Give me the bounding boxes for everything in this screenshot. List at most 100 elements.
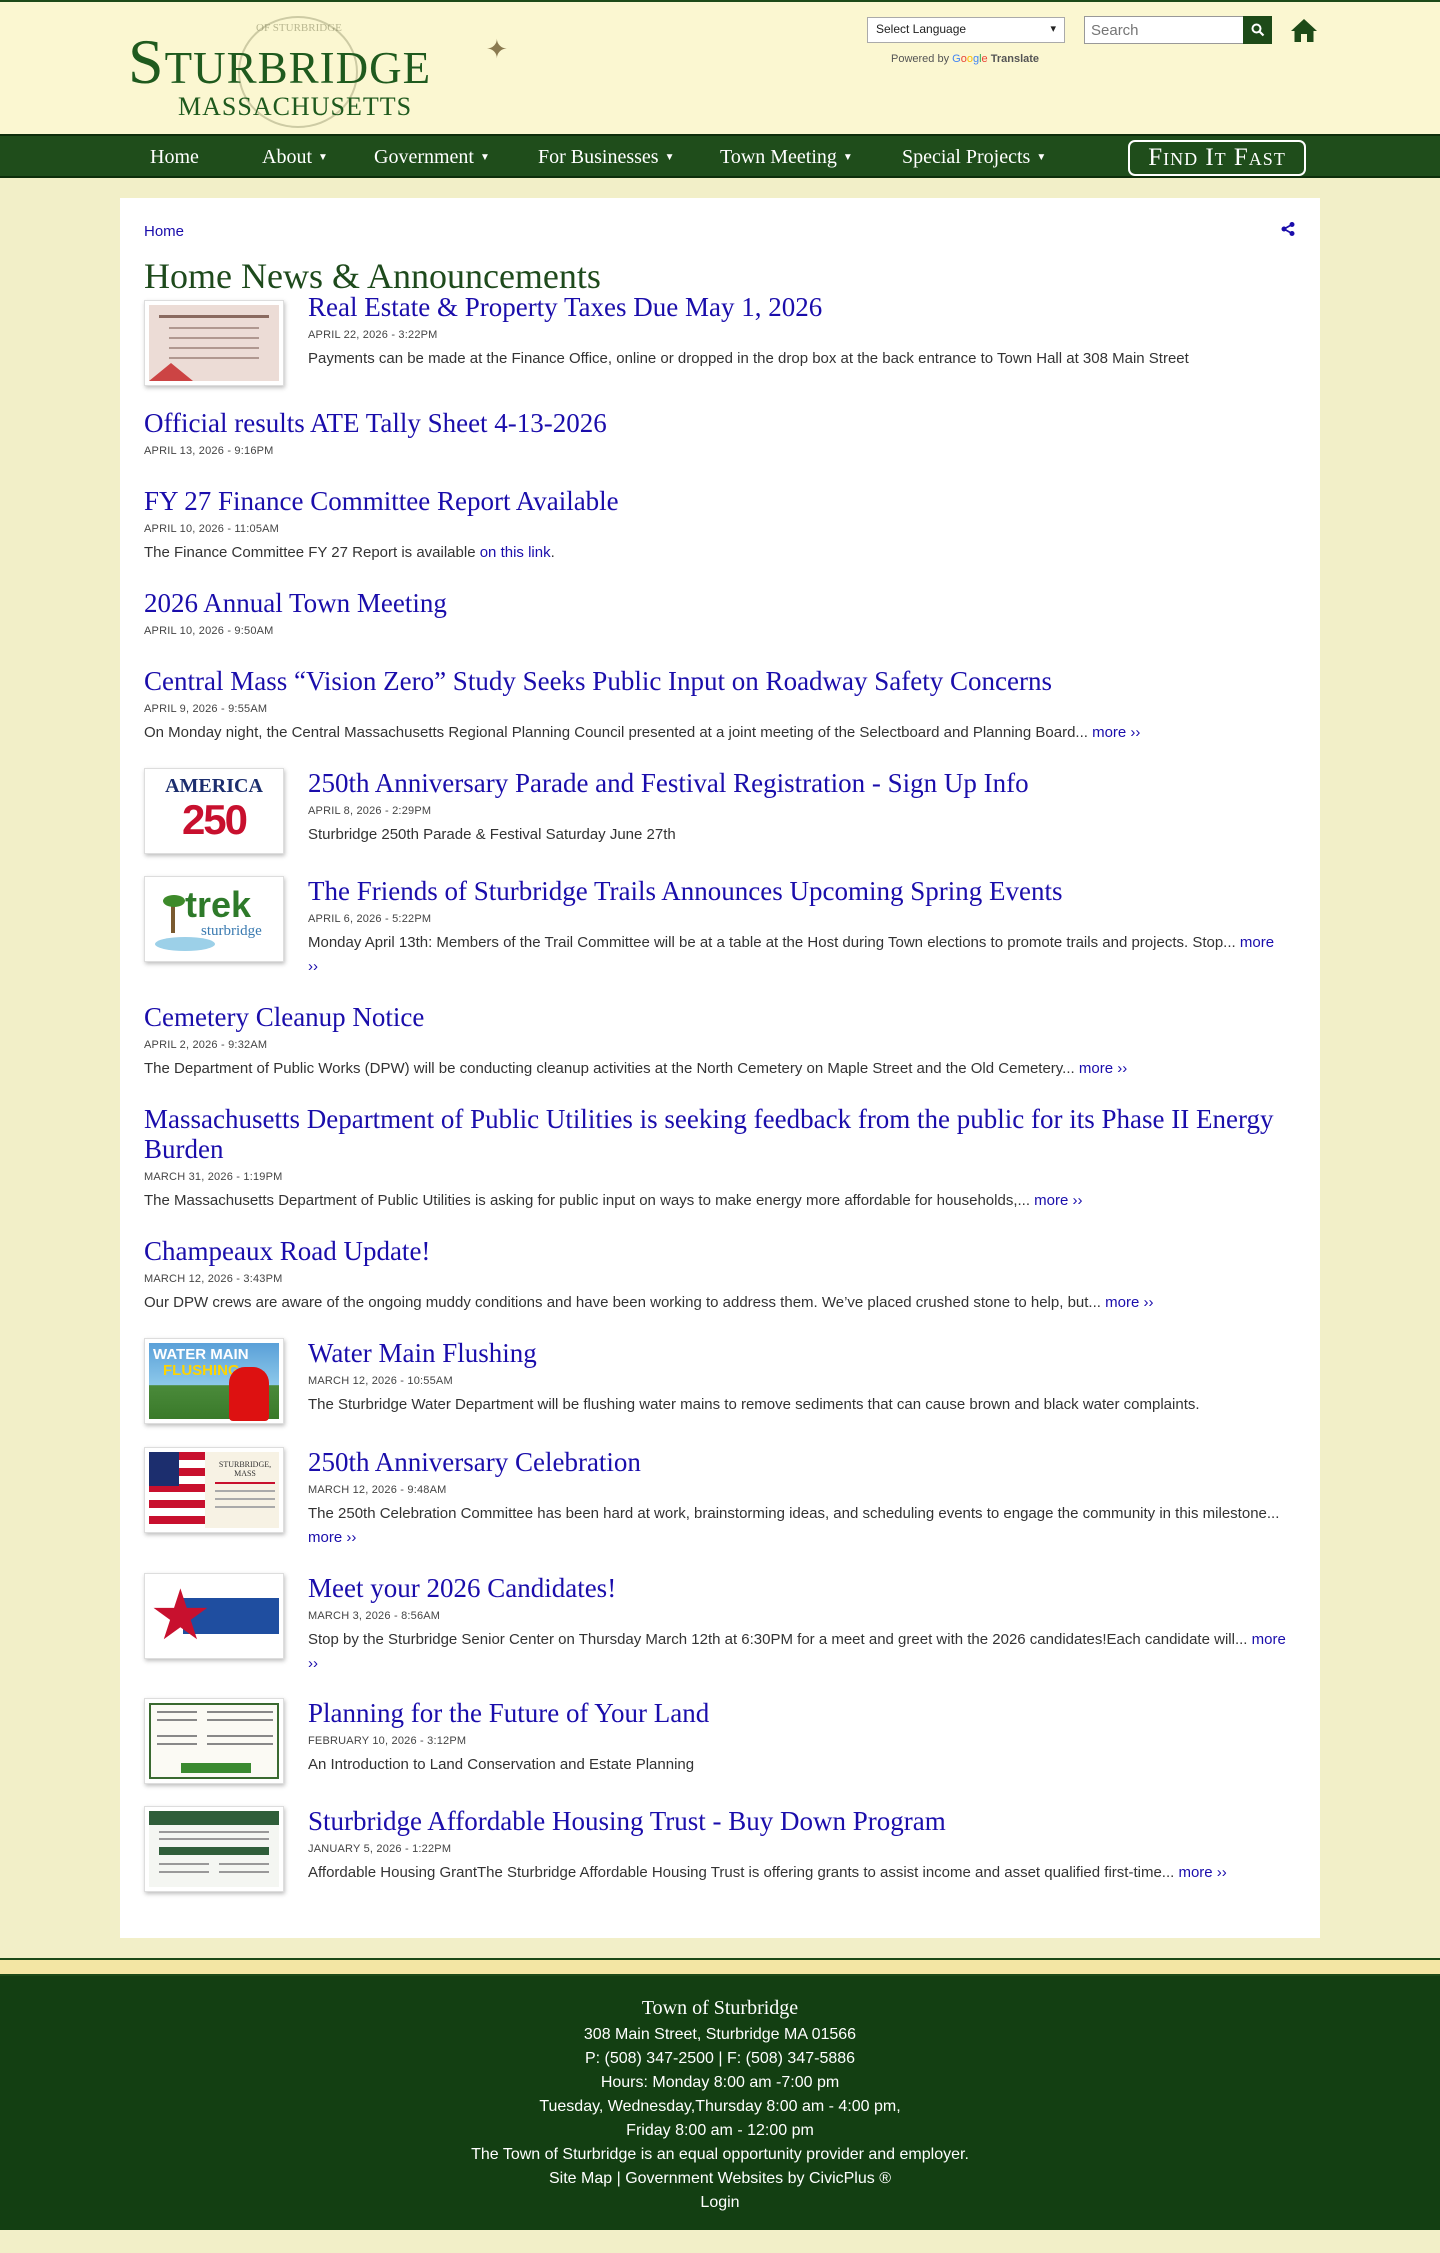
news-thumbnail-trek-sturbridge[interactable]: trek sturbridge (144, 876, 284, 962)
news-body: 2026 Annual Town Meeting APRIL 10, 2026 … (144, 588, 447, 637)
news-date: APRIL 8, 2026 - 2:29PM (308, 805, 432, 817)
news-title[interactable]: The Friends of Sturbridge Trails Announc… (308, 876, 1288, 906)
news-thumbnail-tax-notice[interactable] (144, 300, 284, 386)
news-title[interactable]: Champeaux Road Update! (144, 1236, 1153, 1266)
nav-item-home[interactable]: Home (150, 146, 199, 169)
news-title[interactable]: Planning for the Future of Your Land (308, 1698, 709, 1728)
news-body: Water Main Flushing MARCH 12, 2026 - 10:… (308, 1338, 1200, 1417)
news-description: The 250th Celebration Committee has been… (308, 1505, 1280, 1546)
translate-label: Translate (990, 53, 1040, 65)
powered-by-google-translate[interactable]: Powered by Google Translate (891, 53, 1039, 65)
palm-tree-icon (163, 891, 185, 933)
news-date: APRIL 10, 2026 - 9:50AM (144, 625, 274, 637)
news-thumbnail-water-main[interactable]: WATER MAIN FLUSHING (144, 1338, 284, 1424)
footer-hours-midweek: Tuesday, Wednesday,Thursday 8:00 am - 4:… (539, 2098, 901, 2115)
news-description: Our DPW crews are aware of the ongoing m… (144, 1294, 1154, 1311)
news-date: APRIL 22, 2026 - 3:22PM (308, 329, 438, 341)
news-body: Planning for the Future of Your Land FEB… (308, 1698, 709, 1777)
news-body: Official results ATE Tally Sheet 4-13-20… (144, 408, 607, 457)
civicplus-link[interactable]: Government Websites by CivicPlus ® (625, 2170, 891, 2187)
nav-item-government[interactable]: Government ▼ (374, 146, 490, 169)
news-title[interactable]: 250th Anniversary Parade and Festival Re… (308, 768, 1029, 798)
logo-name: Sturbridge (128, 26, 432, 97)
caret-down-icon: ▼ (318, 152, 328, 163)
news-thumbnail-candidates[interactable]: ★ (144, 1573, 284, 1659)
news-title[interactable]: Real Estate & Property Taxes Due May 1, … (308, 292, 1189, 322)
find-it-fast-button[interactable]: Find It Fast (1128, 140, 1306, 176)
news-description: The Sturbridge Water Department will be … (308, 1396, 1200, 1413)
more-link[interactable]: more ›› (1105, 1294, 1153, 1311)
news-description: Stop by the Sturbridge Senior Center on … (308, 1631, 1286, 1672)
footer-divider (0, 1958, 1440, 1976)
footer-hours-monday: Hours: Monday 8:00 am -7:00 pm (600, 2074, 840, 2091)
logo-state: MASSACHUSETTS (178, 92, 413, 121)
news-title[interactable]: Meet your 2026 Candidates! (308, 1573, 1288, 1603)
news-date: APRIL 9, 2026 - 9:55AM (144, 703, 268, 715)
nav-item-town-meeting[interactable]: Town Meeting ▼ (720, 146, 853, 169)
more-link[interactable]: more ›› (1079, 1060, 1127, 1077)
caret-down-icon: ▼ (479, 152, 490, 163)
news-title[interactable]: FY 27 Finance Committee Report Available (144, 486, 619, 516)
news-title[interactable]: Sturbridge Affordable Housing Trust - Bu… (308, 1806, 1227, 1836)
news-description: The Massachusetts Department of Public U… (144, 1192, 1083, 1209)
breadcrumb[interactable]: Home (144, 223, 184, 240)
news-title[interactable]: Central Mass “Vision Zero” Study Seeks P… (144, 666, 1140, 696)
nav-item-special-projects[interactable]: Special Projects ▼ (902, 146, 1046, 169)
news-title[interactable]: 250th Anniversary Celebration (308, 1447, 1288, 1477)
news-body: Champeaux Road Update! MARCH 12, 2026 - … (144, 1236, 1153, 1315)
news-thumbnail-housing-trust[interactable] (144, 1806, 284, 1892)
more-link[interactable]: more ›› (308, 1529, 356, 1546)
news-body: FY 27 Finance Committee Report Available… (144, 486, 619, 565)
news-description: Affordable Housing GrantThe Sturbridge A… (308, 1864, 1227, 1881)
more-link[interactable]: more ›› (1178, 1864, 1226, 1881)
search-button[interactable] (1243, 16, 1272, 44)
home-icon (1291, 19, 1317, 42)
news-description: An Introduction to Land Conservation and… (308, 1756, 695, 1773)
more-link[interactable]: more ›› (1092, 724, 1140, 741)
caret-down-icon: ▼ (842, 152, 853, 163)
share-icon[interactable] (1280, 221, 1298, 239)
news-body: Cemetery Cleanup Notice APRIL 2, 2026 - … (144, 1002, 1127, 1081)
nav-item-for-businesses[interactable]: For Businesses ▼ (538, 146, 674, 169)
america-text: AMERICA (165, 775, 263, 797)
news-date: JANUARY 5, 2026 - 1:22PM (308, 1843, 452, 1855)
page-bottom-strip (0, 2230, 1440, 2253)
caret-down-icon: ▼ (1036, 152, 1047, 163)
news-body: 250th Anniversary Parade and Festival Re… (308, 768, 1029, 847)
site-logo[interactable]: OF STURBRIDGE Sturbridge MASSACHUSETTS ✦ (128, 16, 508, 128)
news-title[interactable]: Official results ATE Tally Sheet 4-13-20… (144, 408, 607, 438)
news-body: Meet your 2026 Candidates! MARCH 3, 2026… (308, 1573, 1288, 1676)
news-thumbnail-land-planning[interactable] (144, 1698, 284, 1784)
login-link[interactable]: Login (0, 2191, 1440, 2215)
search-input[interactable] (1084, 16, 1244, 44)
finance-report-link[interactable]: on this link (480, 544, 551, 561)
flushing-text: FLUSHING (163, 1362, 240, 1379)
news-description: The Department of Public Works (DPW) wil… (144, 1060, 1128, 1077)
nav-item-about[interactable]: About ▼ (262, 146, 328, 169)
powered-by-label: Powered by (891, 53, 950, 65)
news-title[interactable]: Massachusetts Department of Public Utili… (144, 1104, 1294, 1164)
news-body: 250th Anniversary Celebration MARCH 12, … (308, 1447, 1288, 1550)
news-description: Monday April 13th: Members of the Trail … (308, 934, 1275, 975)
footer-equal-opportunity: The Town of Sturbridge is an equal oppor… (471, 2146, 969, 2163)
news-date: MARCH 12, 2026 - 9:48AM (308, 1484, 447, 1496)
news-thumbnail-america-250[interactable]: AMERICA 250 (144, 768, 284, 854)
news-title[interactable]: Water Main Flushing (308, 1338, 1200, 1368)
news-date: APRIL 2, 2026 - 9:32AM (144, 1039, 268, 1051)
news-title[interactable]: Cemetery Cleanup Notice (144, 1002, 1127, 1032)
news-date: MARCH 3, 2026 - 8:56AM (308, 1610, 441, 1622)
star-flag-icon: ★ (149, 1576, 212, 1654)
footer-links: Site Map | Government Websites by CivicP… (0, 2167, 1440, 2191)
site-map-link[interactable]: Site Map (549, 2170, 612, 2187)
language-select[interactable]: Select Language ▾ (867, 17, 1065, 43)
news-body: Real Estate & Property Taxes Due May 1, … (308, 292, 1189, 371)
news-date: FEBRUARY 10, 2026 - 3:12PM (308, 1735, 467, 1747)
compass-star-icon: ✦ (486, 34, 508, 64)
news-title[interactable]: 2026 Annual Town Meeting (144, 588, 447, 618)
news-body: Central Mass “Vision Zero” Study Seeks P… (144, 666, 1140, 745)
news-thumbnail-250-celebration[interactable]: STURBRIDGE, MASS (144, 1447, 284, 1533)
chevron-down-icon: ▾ (1050, 23, 1056, 35)
google-logo: Google (952, 53, 988, 65)
more-link[interactable]: more ›› (1034, 1192, 1082, 1209)
home-button[interactable] (1288, 16, 1320, 44)
